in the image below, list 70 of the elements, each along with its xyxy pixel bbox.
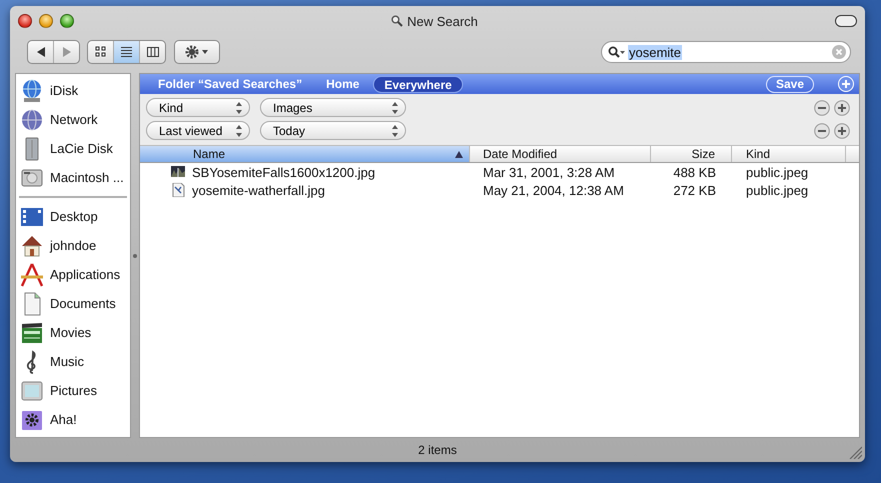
column-header[interactable]: Kind: [732, 146, 846, 162]
column-header[interactable]: Name: [140, 146, 470, 162]
sidebar-item[interactable]: Macintosh ...: [16, 163, 130, 192]
remove-icon[interactable]: [814, 100, 830, 116]
globe-icon: [20, 108, 44, 132]
action-menu-button[interactable]: [174, 40, 220, 64]
up-down-arrows-icon: [391, 100, 399, 114]
search-icon: [608, 46, 626, 58]
back-icon: [36, 47, 46, 57]
magnifier-icon: [391, 15, 404, 27]
sidebar-item[interactable]: Desktop: [16, 202, 130, 231]
value-popup[interactable]: Today: [260, 121, 406, 140]
view-switcher[interactable]: [87, 40, 166, 64]
sidebar-item[interactable]: Documents: [16, 289, 130, 318]
sidebar-item[interactable]: Aha!: [16, 405, 130, 434]
up-down-arrows-icon: [391, 124, 399, 138]
sidebar-item[interactable]: Network: [16, 105, 130, 134]
add-icon[interactable]: [834, 100, 850, 116]
column-header[interactable]: Size: [651, 146, 732, 162]
sidebar-item[interactable]: Pictures: [16, 376, 130, 405]
kind-cell: public.jpeg: [746, 164, 808, 180]
status-text: 2 items: [418, 443, 457, 457]
sidebar-item[interactable]: johndoe: [16, 231, 130, 260]
gear-icon: [185, 45, 209, 59]
kind-cell: public.jpeg: [746, 182, 808, 198]
list-view-icon: [120, 46, 132, 58]
size-cell: 488 KB: [673, 164, 716, 180]
scope-button[interactable]: Home: [316, 76, 370, 92]
scope-button[interactable]: Folder “Saved Searches”: [148, 76, 312, 92]
sidebar-item[interactable]: Applications: [16, 260, 130, 289]
remove-icon[interactable]: [814, 122, 830, 138]
forward-icon: [62, 47, 72, 57]
zoom-button[interactable]: [60, 14, 74, 28]
add-icon[interactable]: [834, 122, 850, 138]
minimize-button[interactable]: [39, 14, 53, 28]
sidebar-item[interactable]: LaCie Disk: [16, 134, 130, 163]
size-cell: 272 KB: [673, 182, 716, 198]
date-cell: May 21, 2004, 12:38 AM: [483, 182, 624, 198]
image-document-icon: [171, 183, 185, 197]
value-popup[interactable]: Images: [260, 98, 406, 117]
toolbar-toggle-button[interactable]: [835, 15, 857, 27]
sidebar-item[interactable]: Music: [16, 347, 130, 376]
column-header[interactable]: Date Modified: [470, 146, 651, 162]
date-cell: Mar 31, 2001, 3:28 AM: [483, 164, 615, 180]
icon-view-icon: [94, 46, 106, 58]
up-down-arrows-icon: [235, 124, 243, 138]
sort-ascending-icon: [455, 150, 463, 158]
globe-icon: [20, 78, 44, 102]
photo-thumbnail-icon: [171, 165, 185, 179]
house-icon: [20, 234, 44, 258]
picture-frame-icon: [20, 378, 44, 402]
attribute-popup[interactable]: Kind: [146, 98, 250, 117]
splitter-handle-icon[interactable]: [133, 254, 137, 258]
attribute-popup[interactable]: Last viewed: [146, 121, 250, 140]
back-forward-control[interactable]: [27, 40, 80, 64]
save-button[interactable]: Save: [766, 76, 814, 92]
sidebar-item[interactable]: Movies: [16, 318, 130, 347]
sidebar-item[interactable]: iDisk: [16, 76, 130, 105]
scope-button[interactable]: Everywhere: [373, 76, 463, 92]
window-title: New Search: [407, 14, 478, 28]
clapperboard-icon: [20, 320, 44, 344]
close-button[interactable]: [18, 14, 32, 28]
column-view-icon: [146, 46, 158, 58]
file-name[interactable]: SBYosemiteFalls1600x1200.jpg: [192, 164, 376, 180]
file-name[interactable]: yosemite-watherfall.jpg: [192, 182, 325, 198]
search-field[interactable]: yosemite: [601, 41, 851, 63]
drafting-tools-icon: [20, 262, 44, 286]
list-view-button[interactable]: [114, 41, 140, 63]
resize-grip-icon[interactable]: [848, 445, 862, 459]
up-down-arrows-icon: [235, 100, 243, 114]
